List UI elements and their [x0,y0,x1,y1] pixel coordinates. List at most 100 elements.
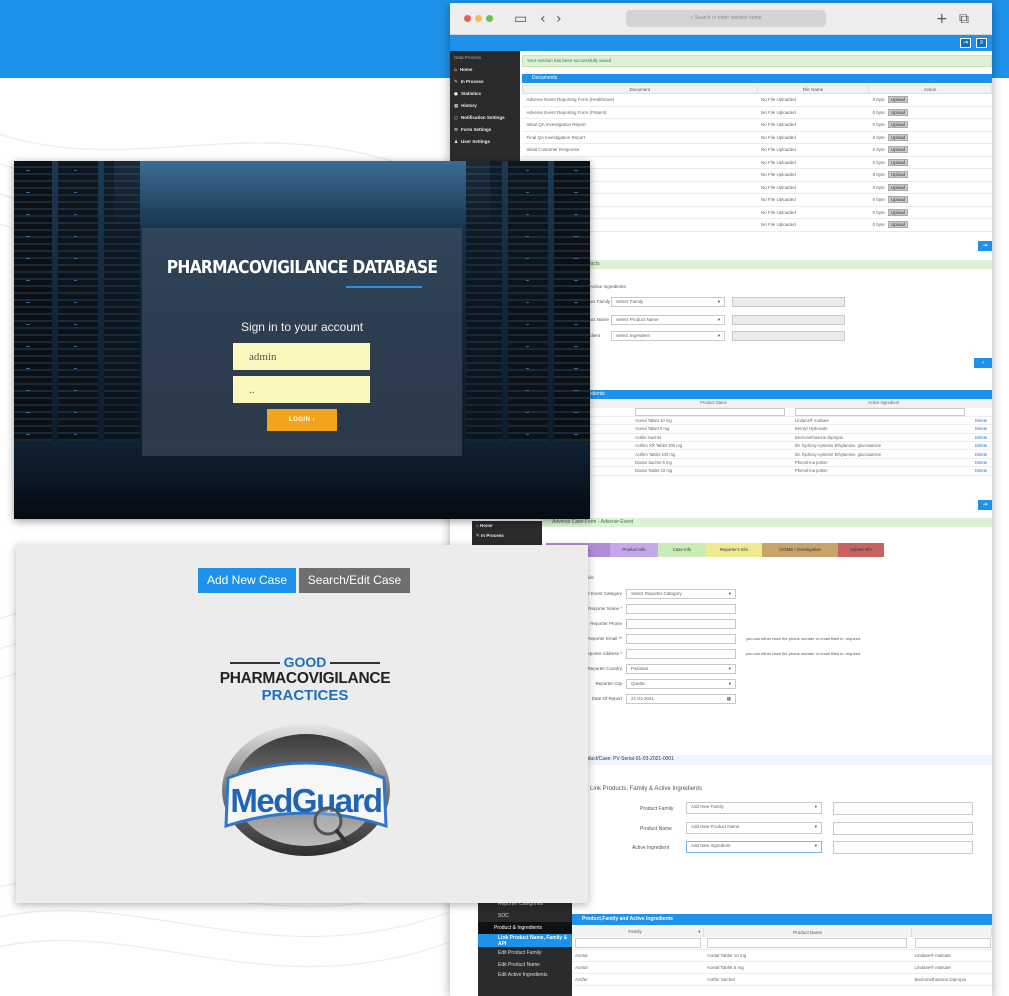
step-product-info[interactable]: Product Info [610,543,658,557]
link-ingredient-field[interactable] [833,841,973,854]
menu-item-edit-product-name[interactable]: Edit Product Name [478,959,572,971]
upload-button[interactable]: Upload [887,183,909,191]
product-family-select[interactable]: Select Family ▾ [611,297,725,307]
back-icon[interactable]: ‹ [540,10,546,28]
link-product-name-field[interactable] [833,822,973,835]
browser-toolbar: ▭ ‹ › ⌕ Search or enter website name + ⧉ [450,3,992,35]
case-field-2[interactable] [626,619,736,629]
upload-button[interactable]: Upload [887,158,909,166]
upload-button[interactable]: Upload [887,108,909,116]
ingredient-filter-input[interactable] [795,407,965,416]
product-name-cell: Actifer Sachet [703,973,912,986]
case-field-4[interactable] [626,649,736,659]
link-ingredient-select[interactable]: Add New Ingredient ▾ [686,841,822,853]
upload-button[interactable]: Upload [887,171,909,179]
family-filter-input[interactable] [575,937,701,948]
case-field-5[interactable]: Pakistan ▾ [626,664,736,674]
link-family-select[interactable]: Add New Family ▾ [686,802,822,814]
delete-link[interactable]: Delete [972,449,992,459]
step-submit-info[interactable]: Submit Info [838,543,884,557]
menu-item-in-process[interactable]: ✎ In Process [472,531,542,541]
product-name-field[interactable] [732,315,845,325]
case-field-7[interactable]: 21-01-2021 ▦ [626,694,736,704]
upload-button[interactable]: Upload [887,146,909,154]
expand-icon[interactable]: ⇥ [960,38,971,48]
table-row: Adverse Event Reporting Form (Patient) No… [522,106,992,119]
menu-item-history[interactable]: ▦ History [450,100,520,112]
upload-button[interactable]: Upload [887,221,909,229]
maximize-window-icon[interactable] [486,15,493,22]
ingredient-filter-input[interactable] [914,937,991,948]
next-page-icon[interactable]: ⇥ [978,500,992,510]
table-header-row: Product Name Active Ingredient [522,399,992,408]
product-family-field[interactable] [732,297,845,307]
upload-button[interactable]: Upload [887,208,909,216]
delete-link[interactable]: Delete [972,424,992,434]
product-name-filter-input[interactable] [706,937,907,948]
case-field-0[interactable]: Select Reporter Category ▾ [626,589,736,599]
delete-link[interactable]: Delete [972,441,992,451]
address-bar[interactable]: ⌕ Search or enter website name [626,10,826,27]
menu-item-edit-active-ingredients[interactable]: Edit Active Ingredients [478,971,572,983]
delete-link[interactable]: Delete [972,458,992,468]
step-reporter-info[interactable]: Reporter's Info [706,543,762,557]
upload-button[interactable]: Upload [887,133,909,141]
username-input[interactable] [233,343,370,370]
address-placeholder: Search or enter website name [694,15,762,21]
menu-item-user-settings[interactable]: ♟ User Settings [450,136,520,148]
case-field-3[interactable] [626,634,736,644]
link-product-name-select[interactable]: Add New Product Name ▾ [686,822,822,834]
case-form-header: Adverse Case Form - Adverse Event [542,518,992,527]
family-cell: Acetal [572,961,704,974]
menu-item-soc[interactable]: SOC [478,910,572,922]
step-case-info[interactable]: Case Info [658,543,706,557]
case-field-6[interactable]: Quetta ▾ [626,679,736,689]
minimize-window-icon[interactable] [475,15,482,22]
password-input[interactable] [233,376,370,403]
upload-button[interactable]: Upload [887,121,909,129]
delete-link[interactable]: Delete [972,416,992,426]
save-products-button[interactable]: › [974,358,992,368]
menu-item-link-product[interactable]: Link Product Name, Family & API [478,934,572,947]
menu-item-product-ingredients[interactable]: Product & Ingredients [478,922,572,934]
ingredient-field[interactable] [732,331,845,341]
step-cioms-investigation[interactable]: CIOMS / Investigation [762,543,838,557]
upload-button[interactable]: Upload [887,196,909,204]
add-new-case-button[interactable]: Add New Case [198,568,296,593]
column-header: Product Name [703,927,913,937]
menu-item-form-settings[interactable]: ⚙ Form Settings [450,124,520,136]
field-value: 21-01-2021 [631,696,655,701]
menu-item-label: Form Settings [461,127,492,132]
product-name-select[interactable]: Select Product Name ▾ [611,315,725,325]
chevron-down-icon: ▾ [728,591,731,596]
product-filter-input[interactable] [635,407,785,416]
delete-link[interactable]: Delete [972,433,992,443]
menu-icon[interactable]: ≡ [976,38,987,48]
sort-icon[interactable]: ▾ [698,929,700,935]
next-page-icon[interactable]: ⇥ [978,241,992,251]
menu-item-in-process[interactable]: ✎ In Process [450,76,520,88]
ingredient-select[interactable]: Select Ingredient ▾ [611,331,725,341]
login-button[interactable]: LOGIN › [267,409,337,431]
close-window-icon[interactable] [464,15,471,22]
case-field-1[interactable] [626,604,736,614]
menu-item-home[interactable]: ⌂ Home [450,64,520,76]
menu-item-home[interactable]: ⌂ Home [472,521,542,531]
menu-item-statistics[interactable]: ● Statistics [450,88,520,100]
products-subtitle: Active Ingredients [590,284,626,289]
menu-item-notification-settings[interactable]: ○ Notification Settings [450,112,520,124]
file-size: 0 byte [872,134,885,140]
menu-item-edit-product-family[interactable]: Edit Product Family [478,947,572,959]
sidebar-icon[interactable]: ▭ [514,10,527,28]
search-edit-case-button[interactable]: Search/Edit Case [299,568,410,593]
ingredient-cell: Ibt. hydroxy-cysteine Ethylamine, glucos… [792,449,972,459]
link-family-field[interactable] [833,802,973,815]
delete-link[interactable]: Delete [972,466,992,476]
file-size: 0 byte [872,109,885,115]
column-header [972,399,992,408]
new-tab-icon[interactable]: + [936,10,948,28]
action-cell: 0 byte Upload [868,218,992,232]
upload-button[interactable]: Upload [887,96,909,104]
tabs-icon[interactable]: ⧉ [959,10,969,28]
forward-icon[interactable]: › [556,10,562,28]
